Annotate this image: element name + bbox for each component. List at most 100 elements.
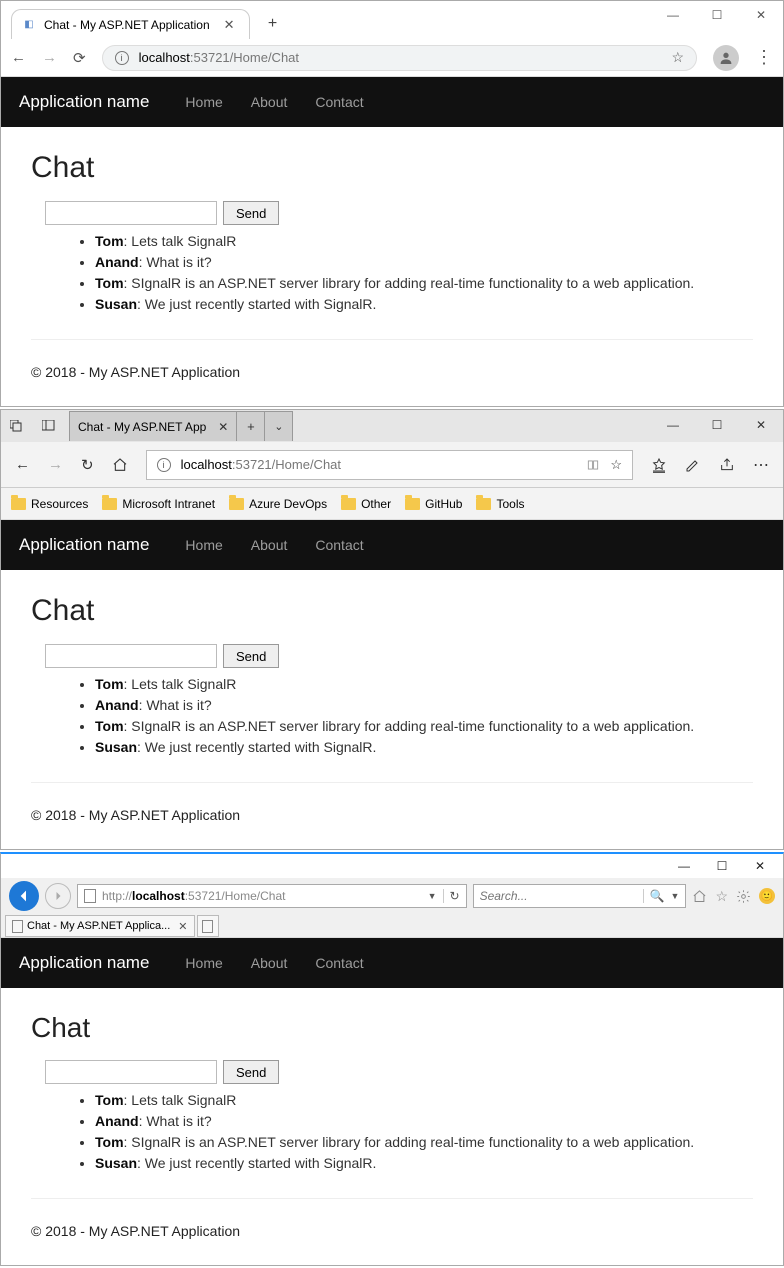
- address-bar[interactable]: i localhost:53721/Home/Chat ☆: [102, 45, 697, 71]
- url-text: http://localhost:53721/Home/Chat: [102, 889, 422, 903]
- tab-actions-icon[interactable]: [1, 410, 33, 442]
- tools-gear-icon[interactable]: [736, 889, 751, 904]
- send-button[interactable]: Send: [223, 644, 279, 668]
- fav-item[interactable]: Azure DevOps: [229, 497, 327, 511]
- kebab-menu-icon[interactable]: ⋮: [755, 47, 773, 68]
- nav-contact[interactable]: Contact: [315, 94, 363, 110]
- ie-tab[interactable]: Chat - My ASP.NET Applica... ✕: [5, 915, 195, 937]
- chat-input-row: Send: [45, 1060, 753, 1084]
- close-tab-icon[interactable]: ✕: [218, 420, 228, 434]
- close-button[interactable]: ✕: [741, 856, 779, 876]
- footer: © 2018 - My ASP.NET Application: [1, 364, 783, 406]
- message-input[interactable]: [45, 201, 217, 225]
- maximize-button[interactable]: ☐: [695, 410, 739, 440]
- chrome-titlebar: ◧ Chat - My ASP.NET Application ✕ + — ☐ …: [1, 1, 783, 39]
- bookmark-star-icon[interactable]: ☆: [671, 49, 684, 66]
- menu-dots-icon[interactable]: ⋯: [753, 455, 769, 475]
- share-icon[interactable]: [719, 457, 735, 473]
- chrome-toolbar: ← → ⟳ i localhost:53721/Home/Chat ☆ ⋮: [1, 39, 783, 77]
- fav-item[interactable]: Tools: [476, 497, 524, 511]
- profile-avatar-icon[interactable]: [713, 45, 739, 71]
- chat-input-row: Send: [45, 644, 753, 668]
- forward-icon[interactable]: →: [48, 456, 63, 473]
- back-icon[interactable]: ←: [11, 49, 26, 66]
- brand[interactable]: Application name: [19, 535, 149, 555]
- minimize-button[interactable]: —: [665, 856, 703, 876]
- brand[interactable]: Application name: [19, 953, 149, 973]
- edge-tab[interactable]: Chat - My ASP.NET App ✕: [69, 411, 237, 441]
- nav-contact[interactable]: Contact: [315, 955, 363, 971]
- minimize-button[interactable]: —: [651, 410, 695, 440]
- toolbar-right: ⋯: [651, 455, 769, 475]
- fav-item[interactable]: Resources: [11, 497, 88, 511]
- set-aside-icon[interactable]: [33, 410, 65, 442]
- forward-icon[interactable]: →: [42, 49, 57, 66]
- address-bar[interactable]: i localhost:53721/Home/Chat ☆: [146, 450, 633, 480]
- maximize-button[interactable]: ☐: [703, 856, 741, 876]
- favorites-icon[interactable]: [651, 457, 667, 473]
- fav-item[interactable]: Other: [341, 497, 391, 511]
- divider: [31, 782, 753, 783]
- tab-title: Chat - My ASP.NET Applica...: [27, 920, 170, 932]
- new-tab-button[interactable]: +: [237, 411, 265, 441]
- back-button[interactable]: [9, 881, 39, 911]
- reading-view-icon[interactable]: [586, 458, 600, 472]
- search-box[interactable]: 🔍 ▼: [473, 884, 687, 908]
- navbar: Application name Home About Contact: [1, 938, 783, 988]
- url-dropdown-icon[interactable]: ▼: [428, 891, 437, 901]
- site-info-icon[interactable]: i: [157, 458, 171, 472]
- search-dropdown-icon[interactable]: ▼: [671, 891, 680, 901]
- home-icon[interactable]: [692, 889, 707, 904]
- chat-input-row: Send: [45, 201, 753, 225]
- url-text: localhost:53721/Home/Chat: [139, 50, 662, 65]
- brand[interactable]: Application name: [19, 92, 149, 112]
- reload-icon[interactable]: ↻: [443, 889, 460, 903]
- notes-icon[interactable]: [685, 457, 701, 473]
- message-input[interactable]: [45, 1060, 217, 1084]
- maximize-button[interactable]: ☐: [695, 1, 739, 29]
- edge-titlebar: Chat - My ASP.NET App ✕ + ⌄ — ☐ ✕: [1, 410, 783, 442]
- close-tab-icon[interactable]: ✕: [178, 920, 187, 933]
- fav-item[interactable]: Microsoft Intranet: [102, 497, 215, 511]
- minimize-button[interactable]: —: [651, 1, 695, 29]
- forward-button[interactable]: [45, 883, 71, 909]
- window-controls: — ☐ ✕: [651, 1, 783, 29]
- home-icon[interactable]: [112, 457, 128, 473]
- tab-favicon: ◧: [22, 18, 36, 32]
- address-bar[interactable]: http://localhost:53721/Home/Chat ▼ ↻: [77, 884, 467, 908]
- message-input[interactable]: [45, 644, 217, 668]
- site-info-icon[interactable]: i: [115, 51, 129, 65]
- bookmark-star-icon[interactable]: ☆: [610, 457, 622, 473]
- nav-home[interactable]: Home: [185, 955, 222, 971]
- feedback-smiley-icon[interactable]: 🙂: [759, 888, 775, 904]
- reload-icon[interactable]: ↻: [81, 456, 94, 474]
- close-button[interactable]: ✕: [739, 410, 783, 440]
- send-button[interactable]: Send: [223, 201, 279, 225]
- nav-about[interactable]: About: [251, 94, 288, 110]
- nav-contact[interactable]: Contact: [315, 537, 363, 553]
- reload-icon[interactable]: ⟳: [73, 49, 86, 67]
- back-icon[interactable]: ←: [15, 456, 30, 473]
- send-button[interactable]: Send: [223, 1060, 279, 1084]
- search-icon[interactable]: 🔍: [643, 889, 665, 903]
- close-tab-icon[interactable]: ✕: [224, 17, 235, 33]
- nav-home[interactable]: Home: [185, 94, 222, 110]
- nav-about[interactable]: About: [251, 537, 288, 553]
- tab-title: Chat - My ASP.NET Application: [44, 18, 210, 32]
- new-tab-button[interactable]: [197, 915, 219, 937]
- tab-preview-chevron-icon[interactable]: ⌄: [265, 411, 293, 441]
- close-button[interactable]: ✕: [739, 1, 783, 29]
- tab-title: Chat - My ASP.NET App: [78, 420, 206, 434]
- chrome-tab[interactable]: ◧ Chat - My ASP.NET Application ✕: [11, 9, 250, 39]
- new-tab-button[interactable]: +: [260, 11, 286, 37]
- favorites-star-icon[interactable]: ☆: [715, 888, 728, 905]
- ie-window: — ☐ ✕ http://localhost:53721/Home/Chat ▼…: [0, 852, 784, 1266]
- edge-toolbar: ← → ↻ i localhost:53721/Home/Chat ☆ ⋯: [1, 442, 783, 488]
- list-item: Anand: What is it?: [95, 1111, 753, 1132]
- url-text: localhost:53721/Home/Chat: [181, 457, 577, 472]
- nav-about[interactable]: About: [251, 955, 288, 971]
- search-input[interactable]: [480, 889, 637, 903]
- fav-item[interactable]: GitHub: [405, 497, 462, 511]
- nav-home[interactable]: Home: [185, 537, 222, 553]
- list-item: Tom: Lets talk SignalR: [95, 231, 753, 252]
